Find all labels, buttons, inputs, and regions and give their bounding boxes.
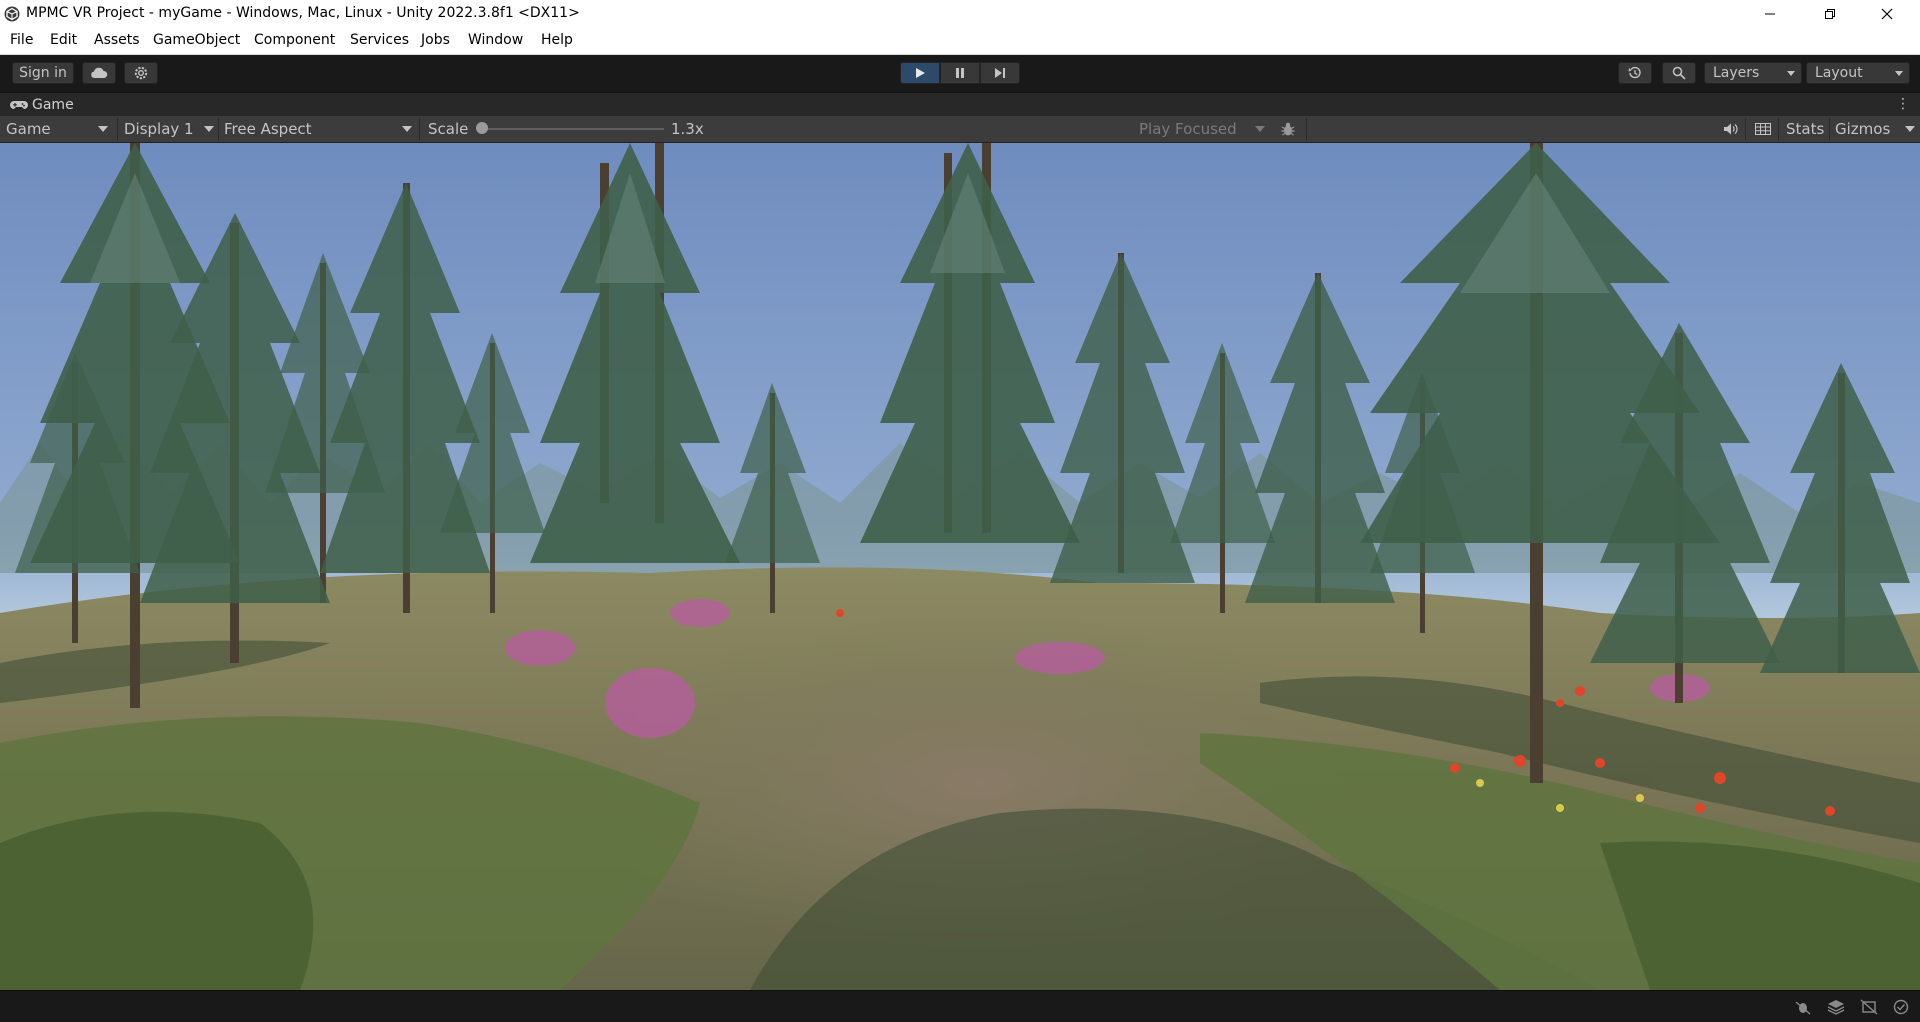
chevron-down-icon [1787,71,1795,76]
divider [117,118,118,140]
playmode-controls [900,62,1020,84]
minimize-icon [1765,13,1775,15]
stats-label: Stats [1786,120,1825,138]
scale-value: 1.3x [671,120,704,138]
more-options-icon[interactable]: ⋮ [1896,96,1910,112]
search-icon [1672,66,1686,80]
layers-icon[interactable] [1827,999,1845,1015]
grid-icon [1755,123,1771,135]
window-title: MPMC VR Project - myGame - Windows, Mac,… [26,5,580,21]
menu-component[interactable]: Component [254,32,335,48]
gizmos-label: Gizmos [1835,120,1891,138]
menu-window[interactable]: Window [468,32,523,48]
chevron-down-icon [204,126,214,132]
collab-settings-button[interactable] [124,62,158,84]
menu-help[interactable]: Help [541,32,573,48]
chevron-down-icon [1895,71,1903,76]
divider [218,118,219,140]
gear-icon [134,66,148,80]
restore-button[interactable] [1807,0,1853,28]
sign-in-label: Sign in [19,65,67,81]
scale-slider-thumb[interactable] [476,122,488,134]
history-icon [1628,66,1641,79]
play-icon [916,68,925,78]
step-icon [995,68,1005,78]
speaker-icon [1724,123,1738,135]
menu-bar: File Edit Assets GameObject Component Se… [0,28,1920,55]
menu-services[interactable]: Services [350,32,409,48]
play-button[interactable] [900,62,940,84]
tab-game[interactable]: Game [0,93,82,117]
mute-audio-button[interactable] [1723,118,1739,140]
search-button[interactable] [1662,62,1696,84]
game-view-toolbar: Game Display 1 Free Aspect Scale 1.3x Pl… [0,116,1920,143]
chevron-down-icon [1255,126,1265,132]
cloud-button[interactable] [82,62,116,84]
unity-logo-icon [4,6,20,22]
close-icon [1881,8,1893,20]
scale-slider-track[interactable] [482,128,664,130]
forest-scene [0,143,1920,990]
menu-jobs[interactable]: Jobs [421,32,450,48]
layout-dropdown[interactable]: Layout [1806,62,1910,84]
display-label: Display 1 [124,120,194,138]
stats-button[interactable]: Stats [1786,118,1824,140]
main-toolbar: Sign in Layers Layout [0,55,1920,92]
gamepad-icon [10,101,28,109]
pause-button[interactable] [940,62,980,84]
tab-game-label: Game [32,97,74,113]
sign-in-button[interactable]: Sign in [12,62,74,84]
grid-toggle-button[interactable] [1755,118,1771,140]
status-bar [0,990,1920,1022]
restore-icon [1825,9,1835,19]
view-label: Game [6,120,51,138]
play-focused-label: Play Focused [1139,120,1237,138]
window-title-bar: MPMC VR Project - myGame - Windows, Mac,… [0,0,1920,28]
step-button[interactable] [980,62,1020,84]
gizmos-dropdown[interactable]: Gizmos [1835,118,1915,140]
divider [1306,118,1307,140]
undo-history-button[interactable] [1618,62,1652,84]
menu-edit[interactable]: Edit [50,32,77,48]
chevron-down-icon [98,126,108,132]
divider [419,118,420,140]
chevron-down-icon [1905,126,1915,132]
close-button[interactable] [1864,0,1910,28]
pause-icon [956,68,964,78]
menu-assets[interactable]: Assets [94,32,140,48]
display-dropdown[interactable]: Display 1 [124,118,216,140]
network-off-icon[interactable] [1860,999,1878,1015]
minimize-button[interactable] [1747,0,1793,28]
layout-label: Layout [1815,65,1863,81]
scale-label: Scale [428,120,469,138]
menu-gameobject[interactable]: GameObject [153,32,240,48]
cloud-icon [91,67,108,78]
play-focused-dropdown[interactable]: Play Focused [1139,118,1269,140]
divider [1778,118,1779,140]
layers-label: Layers [1713,65,1760,81]
layers-dropdown[interactable]: Layers [1704,62,1802,84]
panel-tab-bar: Game ⋮ [0,92,1920,117]
debug-icon[interactable] [1794,999,1812,1015]
chevron-down-icon [402,126,412,132]
divider [1745,118,1746,140]
menu-file[interactable]: File [10,32,33,48]
aspect-dropdown[interactable]: Free Aspect [224,118,414,140]
frame-debugger-button[interactable] [1280,118,1296,140]
check-circle-icon[interactable] [1892,999,1910,1015]
divider [1829,118,1830,140]
view-dropdown[interactable]: Game [6,118,114,140]
game-viewport[interactable] [0,143,1920,990]
aspect-label: Free Aspect [224,120,312,138]
bug-icon [1281,122,1295,136]
